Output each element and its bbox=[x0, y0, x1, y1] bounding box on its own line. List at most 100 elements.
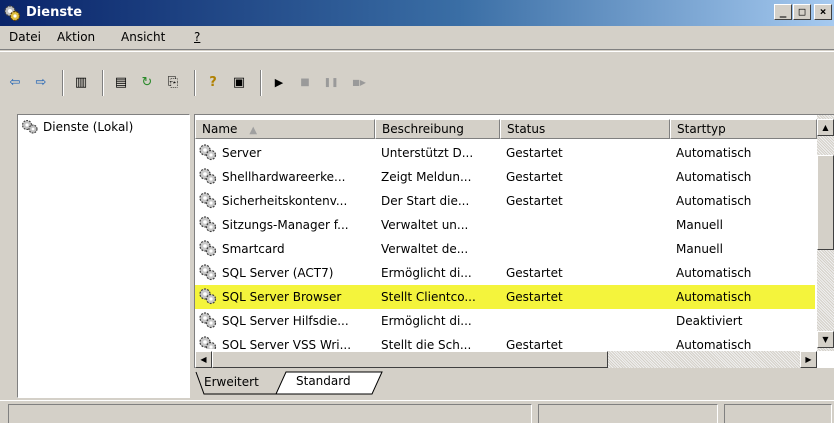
cell-starttype: Automatisch bbox=[676, 266, 752, 280]
list-rows: Server Unterstützt D... Gestartet Automatis… bbox=[195, 141, 817, 349]
service-gear-icon bbox=[199, 144, 217, 161]
tree-item-services-local[interactable]: Dienste (Lokal) bbox=[21, 118, 133, 136]
service-gear-icon bbox=[199, 240, 217, 257]
table-row[interactable]: SQL Server Hilfsdie... Ermöglicht di... De… bbox=[195, 309, 815, 333]
stop-service-icon[interactable]: ■ bbox=[294, 72, 316, 94]
toolbar-separator bbox=[102, 70, 104, 96]
cell-description: Verwaltet un... bbox=[381, 218, 469, 232]
services-gear-icon bbox=[21, 119, 38, 134]
cell-description: Stellt die Sch... bbox=[381, 338, 472, 349]
export-list-icon[interactable]: ⎘ bbox=[162, 72, 184, 94]
restart-service-icon[interactable]: ■▶ bbox=[346, 72, 372, 94]
cell-status: Gestartet bbox=[506, 290, 563, 304]
cell-description: Verwaltet de... bbox=[381, 242, 469, 256]
column-header-label: Starttyp bbox=[677, 122, 726, 136]
cell-starttype: Automatisch bbox=[676, 146, 752, 160]
column-header-name[interactable]: Name ▲ bbox=[195, 119, 375, 139]
column-header-label: Name bbox=[202, 122, 238, 136]
table-row[interactable]: Sitzungs-Manager f... Verwaltet un... Manu… bbox=[195, 213, 815, 237]
horizontal-scroll-thumb[interactable] bbox=[212, 351, 608, 368]
status-bar bbox=[0, 400, 834, 423]
list-header: Name ▲ Beschreibung Status Starttyp bbox=[195, 119, 819, 139]
cell-status: Gestartet bbox=[506, 146, 563, 160]
toolbar-row: ⇦ ⇨ ▥ ▤ ↻ ⎘ ? ▣ ▶ ■ ❚❚ ■▶ bbox=[4, 68, 824, 98]
sort-ascending-icon: ▲ bbox=[249, 125, 258, 136]
tab-standard[interactable]: Standard bbox=[292, 369, 355, 395]
scroll-down-button[interactable]: ▼ bbox=[817, 331, 834, 348]
console-view-icon[interactable]: ▣ bbox=[228, 72, 250, 94]
table-row[interactable]: Sicherheitskontenv... Der Start die... Ges… bbox=[195, 189, 815, 213]
menu-datei-label: Datei bbox=[9, 30, 42, 44]
refresh-icon[interactable]: ↻ bbox=[136, 72, 158, 94]
cell-description: Stellt Clientco... bbox=[381, 290, 476, 304]
back-arrow-icon[interactable]: ⇦ bbox=[4, 72, 26, 94]
toolbar: ⇦ ⇨ ▥ ▤ ↻ ⎘ ? ▣ ▶ ■ ❚❚ ■▶ bbox=[0, 51, 834, 109]
cell-name: SQL Server Browser bbox=[222, 290, 342, 304]
menu-bar: Datei Aktion Ansicht ? bbox=[0, 26, 834, 50]
cell-name: Smartcard bbox=[222, 242, 285, 256]
status-panel-right bbox=[724, 404, 832, 423]
column-header-beschreibung[interactable]: Beschreibung bbox=[375, 119, 500, 139]
cell-name: Shellhardwareerke... bbox=[222, 170, 346, 184]
table-row[interactable]: Server Unterstützt D... Gestartet Automatis… bbox=[195, 141, 815, 165]
status-panel-middle bbox=[538, 404, 718, 423]
cell-starttype: Deaktiviert bbox=[676, 314, 743, 328]
start-service-icon[interactable]: ▶ bbox=[268, 72, 290, 94]
service-gear-icon bbox=[199, 312, 217, 329]
scroll-right-button[interactable]: ▶ bbox=[800, 351, 817, 368]
menu-aktion[interactable]: Aktion bbox=[57, 30, 95, 44]
cell-description: Ermöglicht di... bbox=[381, 314, 472, 328]
services-list[interactable]: Name ▲ Beschreibung Status Starttyp Serve… bbox=[194, 114, 834, 368]
toolbar-separator bbox=[62, 70, 64, 96]
vertical-scroll-thumb[interactable] bbox=[817, 155, 834, 250]
properties-icon[interactable]: ▤ bbox=[110, 72, 132, 94]
cell-name: Server bbox=[222, 146, 262, 160]
vertical-scrollbar[interactable]: ▲ ▼ bbox=[817, 115, 834, 351]
scroll-up-button[interactable]: ▲ bbox=[817, 119, 834, 136]
tree-pane[interactable]: Dienste (Lokal) bbox=[17, 114, 190, 398]
menu-aktion-label: Aktion bbox=[57, 30, 96, 44]
menu-help[interactable]: ? bbox=[194, 30, 200, 44]
window-title: Dienste bbox=[26, 5, 83, 20]
cell-name: SQL Server VSS Wri... bbox=[222, 338, 352, 349]
table-row[interactable]: SQL Server (ACT7) Ermöglicht di... Gestart… bbox=[195, 261, 815, 285]
cell-status: Gestartet bbox=[506, 266, 563, 280]
title-bar[interactable]: Dienste _ □ × bbox=[0, 0, 834, 26]
service-gear-icon bbox=[199, 264, 217, 281]
table-row[interactable]: SQL Server VSS Wri... Stellt die Sch... Ge… bbox=[195, 333, 815, 349]
cell-description: Zeigt Meldun... bbox=[381, 170, 472, 184]
cell-name: SQL Server Hilfsdie... bbox=[222, 314, 349, 328]
cell-starttype: Automatisch bbox=[676, 290, 752, 304]
table-row-selected[interactable]: SQL Server Browser Stellt Clientco... Gest… bbox=[195, 285, 815, 309]
cell-description: Ermöglicht di... bbox=[381, 266, 472, 280]
cell-starttype: Automatisch bbox=[676, 194, 752, 208]
column-header-starttyp[interactable]: Starttyp bbox=[670, 119, 817, 139]
services-gear-icon bbox=[4, 5, 21, 22]
show-hide-tree-icon[interactable]: ▥ bbox=[70, 72, 92, 94]
maximize-button[interactable]: □ bbox=[793, 4, 811, 20]
column-header-status[interactable]: Status bbox=[500, 119, 670, 139]
tab-erweitert[interactable]: Erweitert bbox=[200, 370, 263, 396]
horizontal-scrollbar[interactable]: ◀ ▶ bbox=[195, 351, 817, 368]
scroll-left-button[interactable]: ◀ bbox=[195, 351, 212, 368]
column-header-label: Beschreibung bbox=[382, 122, 464, 136]
service-gear-icon bbox=[199, 288, 217, 305]
cell-starttype: Manuell bbox=[676, 218, 723, 232]
menu-ansicht[interactable]: Ansicht bbox=[121, 30, 165, 44]
toolbar-separator bbox=[194, 70, 196, 96]
table-row[interactable]: Smartcard Verwaltet de... Manuell bbox=[195, 237, 815, 261]
close-button[interactable]: × bbox=[814, 4, 832, 20]
service-gear-icon bbox=[199, 336, 217, 349]
pause-service-icon[interactable]: ❚❚ bbox=[320, 72, 342, 94]
table-row[interactable]: Shellhardwareerke... Zeigt Meldun... Gesta… bbox=[195, 165, 815, 189]
forward-arrow-icon[interactable]: ⇨ bbox=[30, 72, 52, 94]
menu-help-label: ? bbox=[194, 30, 201, 44]
tree-item-label: Dienste (Lokal) bbox=[43, 120, 134, 134]
menu-ansicht-label: Ansicht bbox=[121, 30, 166, 44]
help-icon[interactable]: ? bbox=[202, 72, 224, 94]
service-gear-icon bbox=[199, 216, 217, 233]
menu-datei[interactable]: Datei bbox=[9, 30, 41, 44]
minimize-button[interactable]: _ bbox=[774, 4, 792, 20]
cell-status: Gestartet bbox=[506, 170, 563, 184]
view-tabs: Erweitert Standard bbox=[194, 370, 834, 398]
